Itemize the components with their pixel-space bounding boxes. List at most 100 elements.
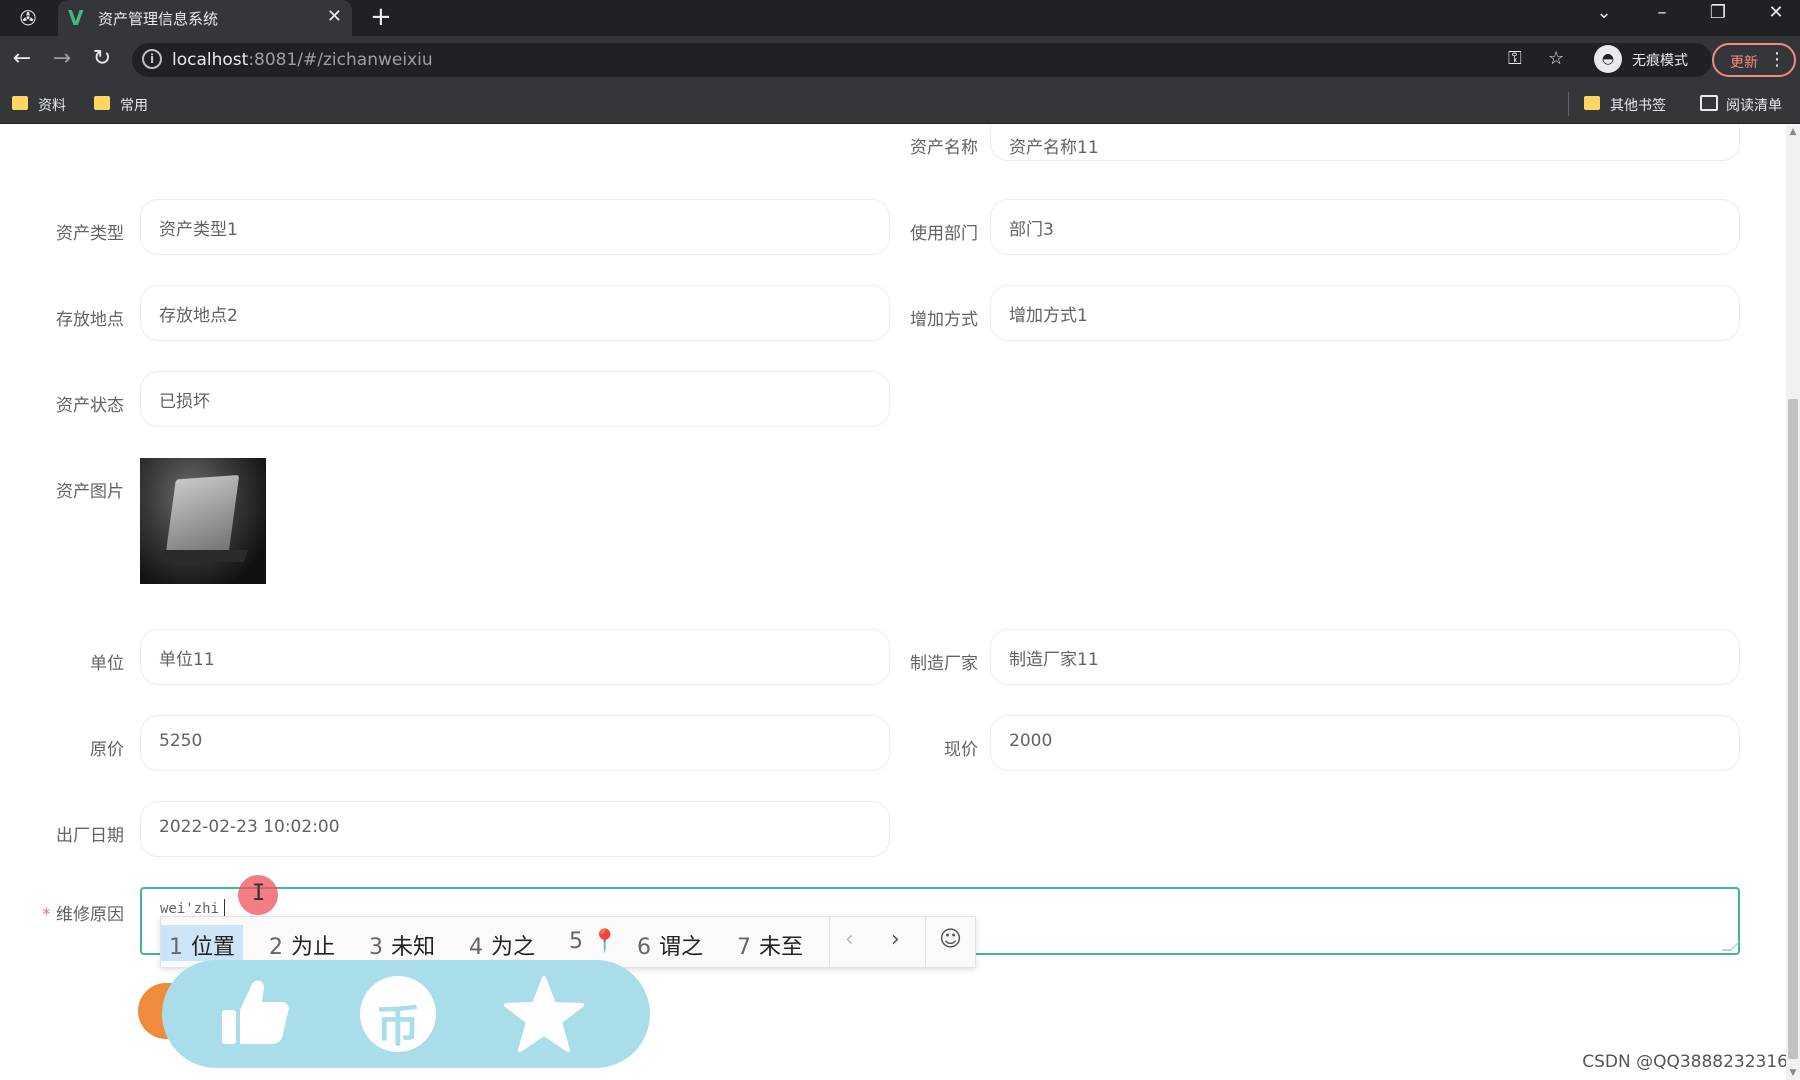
incognito-label: 无痕模式 bbox=[1632, 53, 1688, 69]
reading-list-label: 阅读清单 bbox=[1726, 98, 1782, 114]
reaction-overlay: 币 bbox=[162, 960, 650, 1068]
candidate-text: 未至 bbox=[759, 935, 804, 960]
menu-dots-icon[interactable]: ⋮ bbox=[1768, 49, 1786, 70]
factory-date-label: 出厂日期 bbox=[56, 826, 124, 846]
original-price-value: 5250 bbox=[159, 731, 203, 751]
folder-icon bbox=[1584, 96, 1600, 110]
ime-candidate-2[interactable]: 2 为止 bbox=[261, 925, 343, 961]
ime-candidate-6[interactable]: 6 谓之 bbox=[629, 925, 711, 961]
candidate-number: 1 bbox=[169, 935, 183, 960]
asset-name-label: 资产名称 bbox=[910, 138, 978, 158]
manufacturer-label: 制造厂家 bbox=[910, 654, 978, 674]
site-info-icon[interactable]: i bbox=[142, 49, 162, 69]
status-value: 已损坏 bbox=[159, 392, 210, 412]
candidate-number: 7 bbox=[737, 935, 751, 960]
ime-candidate-3[interactable]: 3 未知 bbox=[361, 925, 443, 961]
vue-favicon-icon: V bbox=[68, 6, 84, 30]
coin-mark: 币 bbox=[376, 1001, 420, 1052]
reload-icon[interactable]: ↻ bbox=[86, 46, 118, 71]
key-icon[interactable]: ⚿ bbox=[1508, 48, 1522, 69]
ime-next-page-icon[interactable]: › bbox=[891, 927, 900, 952]
candidate-text: 未知 bbox=[391, 935, 436, 960]
status-label: 资产状态 bbox=[56, 396, 124, 416]
minimize-button[interactable]: – bbox=[1642, 2, 1682, 23]
asset-name-value: 资产名称11 bbox=[1009, 138, 1099, 158]
location-field[interactable]: 存放地点2 bbox=[140, 285, 890, 341]
asset-type-field[interactable]: 资产类型1 bbox=[140, 199, 890, 255]
restore-button[interactable]: ❐ bbox=[1698, 2, 1738, 23]
watermark-text: CSDN @QQ3888232316 bbox=[1582, 1052, 1788, 1072]
ime-separator bbox=[925, 917, 926, 969]
manufacturer-field[interactable]: 制造厂家11 bbox=[990, 629, 1740, 685]
page-content: 资产名称 资产名称11 资产类型 资产类型1 使用部门 部门3 存放地点 存放地… bbox=[0, 125, 1800, 1080]
tab-close-icon[interactable]: ✕ bbox=[327, 6, 342, 27]
add-method-value: 增加方式1 bbox=[1009, 306, 1088, 326]
page-scrollbar[interactable]: ▲ ▼ bbox=[1786, 125, 1800, 1080]
candidate-number: 4 bbox=[469, 935, 483, 960]
ime-composition-text: wei'zhi bbox=[160, 901, 220, 917]
new-tab-button[interactable]: + bbox=[370, 2, 392, 32]
folder-icon bbox=[94, 96, 110, 110]
bookmarks-bar: 资料 常用 其他书签 阅读清单 bbox=[0, 84, 1800, 124]
star-icon[interactable] bbox=[502, 972, 586, 1056]
repair-reason-text: 维修原因 bbox=[56, 905, 124, 925]
asset-image-label: 资产图片 bbox=[56, 482, 124, 502]
resize-grip-icon[interactable] bbox=[1721, 941, 1741, 951]
candidate-number: 3 bbox=[369, 935, 383, 960]
scroll-up-arrow-icon[interactable]: ▲ bbox=[1788, 127, 1798, 137]
folder-icon bbox=[12, 96, 28, 110]
unit-field[interactable]: 单位11 bbox=[140, 629, 890, 685]
scrollbar-thumb[interactable] bbox=[1788, 399, 1798, 1059]
candidate-text: 为止 bbox=[291, 935, 336, 960]
required-mark: * bbox=[42, 905, 51, 925]
forward-arrow-icon[interactable]: → bbox=[46, 46, 78, 71]
url-host: localhost bbox=[172, 50, 249, 70]
browser-tab[interactable]: V 资产管理信息系统 ✕ bbox=[58, 0, 352, 36]
other-bookmarks-label: 其他书签 bbox=[1610, 98, 1666, 114]
reading-list-icon bbox=[1700, 95, 1718, 111]
back-arrow-icon[interactable]: ← bbox=[6, 46, 38, 71]
ime-candidate-1[interactable]: 1 位置 bbox=[161, 925, 244, 961]
bookmark-separator bbox=[1568, 92, 1569, 116]
location-value: 存放地点2 bbox=[159, 306, 238, 326]
ime-separator bbox=[829, 917, 830, 969]
current-price-field[interactable]: 2000 bbox=[990, 715, 1740, 771]
laptop-photo-base bbox=[159, 550, 249, 562]
browser-logo-icon: ✇ bbox=[19, 6, 37, 30]
pin-emoji-icon: 📍 bbox=[591, 929, 619, 954]
status-field[interactable]: 已损坏 bbox=[140, 371, 890, 427]
ime-prev-page-icon[interactable]: ‹ bbox=[845, 927, 854, 952]
candidate-text: 谓之 bbox=[659, 935, 704, 960]
bookmark-star-icon[interactable]: ☆ bbox=[1548, 48, 1564, 69]
repair-reason-label: * 维修原因 bbox=[36, 900, 124, 925]
ime-emoji-icon[interactable]: ☺ bbox=[939, 927, 962, 952]
candidate-text: 位置 bbox=[191, 935, 236, 960]
asset-name-field[interactable]: 资产名称11 bbox=[990, 125, 1740, 161]
ime-candidate-5[interactable]: 5 📍 bbox=[561, 925, 626, 961]
candidate-text: 为之 bbox=[491, 935, 536, 960]
factory-date-field[interactable]: 2022-02-23 10:02:00 bbox=[140, 801, 890, 857]
update-button[interactable]: 更新 ⋮ bbox=[1712, 43, 1796, 77]
manufacturer-value: 制造厂家11 bbox=[1009, 650, 1099, 670]
address-bar[interactable]: i localhost:8081/#/zichanweixiu ⚿ ☆ bbox=[132, 43, 1712, 77]
asset-image[interactable] bbox=[140, 458, 266, 584]
current-price-label: 现价 bbox=[944, 740, 978, 760]
update-label: 更新 bbox=[1730, 55, 1758, 71]
add-method-field[interactable]: 增加方式1 bbox=[990, 285, 1740, 341]
coin-circle: 币 bbox=[360, 976, 436, 1052]
coin-icon[interactable]: 币 bbox=[356, 972, 440, 1056]
bookmark-label: 常用 bbox=[120, 98, 148, 114]
tab-search-icon[interactable]: ⌄ bbox=[1584, 2, 1624, 23]
close-window-button[interactable]: ✕ bbox=[1756, 2, 1796, 23]
ime-candidate-7[interactable]: 7 未至 bbox=[729, 925, 811, 961]
asset-type-label: 资产类型 bbox=[56, 224, 124, 244]
scroll-down-arrow-icon[interactable]: ▼ bbox=[1788, 1068, 1798, 1078]
ime-candidate-4[interactable]: 4 为之 bbox=[461, 925, 543, 961]
current-price-value: 2000 bbox=[1009, 731, 1053, 751]
thumbs-up-icon[interactable] bbox=[212, 972, 296, 1056]
laptop-photo bbox=[164, 474, 240, 562]
department-field[interactable]: 部门3 bbox=[990, 199, 1740, 255]
original-price-field[interactable]: 5250 bbox=[140, 715, 890, 771]
text-cursor-icon: I bbox=[252, 881, 266, 906]
candidate-number: 6 bbox=[637, 935, 651, 960]
